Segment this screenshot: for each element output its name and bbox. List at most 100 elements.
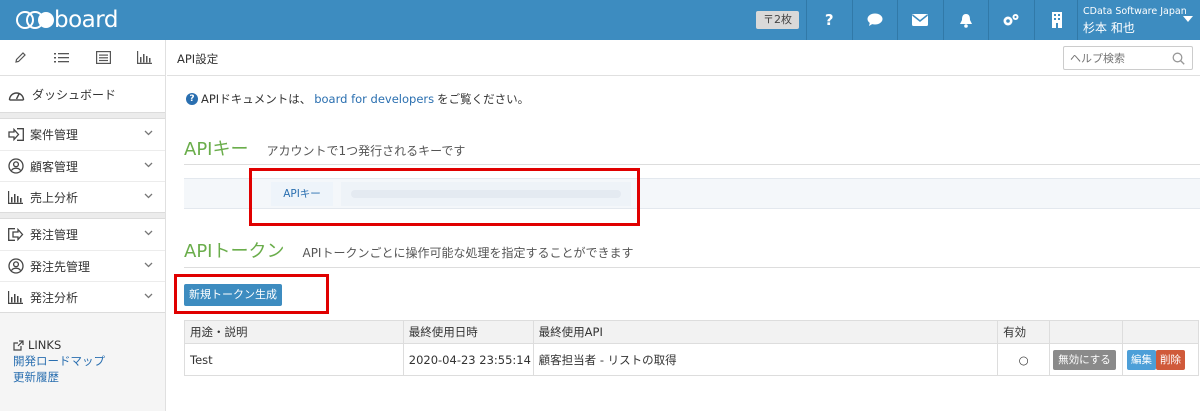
col-last-api: 最終使用API — [532, 320, 999, 344]
sidebar-item-order-analysis[interactable]: 発注分析 — [0, 281, 165, 312]
sidebar-group-sales: 案件管理 顧客管理 売上分析 — [0, 119, 165, 213]
search-icon[interactable] — [1172, 52, 1185, 65]
person-icon — [8, 158, 30, 174]
links-title: LINKS — [13, 337, 105, 353]
logo-circles-icon — [16, 11, 54, 29]
link-changelog[interactable]: 更新履歴 — [13, 369, 105, 385]
section-divider — [184, 267, 1200, 268]
token-table: 用途・説明 最終使用日時 最終使用API 有効 Test 2020-04-23 … — [184, 320, 1199, 376]
sidebar-item-dashboard[interactable]: ダッシュボード — [0, 76, 165, 113]
sidebar-item-label: 発注分析 — [30, 290, 79, 305]
table-row: Test 2020-04-23 23:55:14 顧客担当者 - リストの取得 … — [184, 343, 1199, 376]
cell-purpose: Test — [184, 343, 404, 376]
sidebar-group-purchasing: 発注管理 発注先管理 発注分析 — [0, 219, 165, 313]
mail-button[interactable] — [897, 0, 943, 40]
api-token-title: APIトークン — [184, 241, 285, 262]
help-button[interactable]: ? — [806, 0, 852, 40]
main-header: API設定 — [167, 40, 1200, 76]
sidebar-item-sales-analysis[interactable]: 売上分析 — [0, 181, 165, 212]
edit-button[interactable]: 編集 — [1127, 349, 1157, 370]
sidebar: ダッシュボード 案件管理 顧客管理 売上分析 発注管理 発注先管理 発注分析 L… — [0, 40, 166, 411]
report-button[interactable] — [83, 40, 124, 76]
highlight-box-generate — [174, 274, 329, 314]
api-key-heading: APIキー アカウントで1つ発行されるキーです — [184, 135, 465, 161]
quota-badge[interactable]: 〒2枚 — [756, 11, 799, 29]
chevron-down-icon — [144, 291, 153, 302]
col-actions — [1122, 320, 1199, 344]
chevron-down-icon — [144, 260, 153, 271]
user-name: 杉本 和也 — [1083, 21, 1135, 35]
chat-button[interactable] — [851, 0, 898, 40]
highlight-box-api-key — [249, 168, 640, 226]
notification-button[interactable] — [942, 0, 989, 40]
cell-last-api: 顧客担当者 - リストの取得 — [532, 343, 999, 376]
sidebar-item-order-management[interactable]: 発注管理 — [0, 219, 165, 250]
account-menu[interactable]: CData Software Japan 杉本 和也 — [1077, 0, 1200, 40]
cell-valid: ○ — [997, 343, 1051, 376]
cell-toggle: 無効にする — [1049, 343, 1124, 376]
api-doc-notice: ? APIドキュメントは、 board for developers をご覧くだ… — [186, 91, 529, 107]
disable-button[interactable]: 無効にする — [1053, 349, 1116, 370]
sidebar-item-label: 発注先管理 — [30, 259, 91, 274]
cell-actions: 編集 削除 — [1122, 343, 1199, 376]
bar-chart-icon — [8, 190, 30, 204]
chart-button[interactable] — [124, 40, 165, 76]
company-button[interactable] — [1033, 0, 1080, 40]
chevron-down-icon — [144, 191, 153, 202]
main-content: API設定 ? APIドキュメントは、 board for developers… — [167, 40, 1200, 411]
cell-last-used: 2020-04-23 23:55:14 — [402, 343, 534, 376]
list-button[interactable] — [41, 40, 82, 76]
bar-chart-icon — [8, 290, 30, 304]
sidebar-item-customer-management[interactable]: 顧客管理 — [0, 150, 165, 181]
gears-icon — [1003, 14, 1019, 26]
board-logo[interactable]: board — [16, 7, 118, 33]
top-bar: board 〒2枚 ? CData Software Japan 杉本 和也 — [0, 0, 1200, 40]
sidebar-item-project-management[interactable]: 案件管理 — [0, 119, 165, 150]
api-key-title: APIキー — [184, 139, 249, 160]
bar-chart-icon — [136, 51, 152, 64]
sidebar-item-label: 売上分析 — [30, 190, 79, 205]
delete-button[interactable]: 削除 — [1156, 349, 1186, 370]
links-title-label: LINKS — [28, 338, 62, 352]
sidebar-links: LINKS 開発ロードマップ 更新履歴 — [13, 337, 105, 385]
company-name: CData Software Japan — [1083, 6, 1187, 17]
link-roadmap[interactable]: 開発ロードマップ — [13, 353, 105, 369]
list-icon — [54, 52, 70, 62]
report-icon — [95, 51, 111, 64]
help-icon: ? — [824, 11, 834, 29]
api-key-subtitle: アカウントで1つ発行されるキーです — [266, 144, 466, 158]
chevron-down-icon — [144, 128, 153, 139]
dashboard-icon — [8, 87, 32, 102]
header-icon-bar: ? — [806, 0, 1079, 40]
developers-link[interactable]: board for developers — [314, 92, 434, 106]
chat-icon — [867, 13, 883, 26]
caret-down-icon — [1183, 16, 1193, 22]
sidebar-item-label: 顧客管理 — [30, 159, 79, 174]
notice-prefix: APIドキュメントは、 — [201, 92, 312, 106]
sidebar-item-label: ダッシュボード — [32, 87, 117, 102]
col-valid: 有効 — [997, 320, 1051, 344]
col-toggle — [1049, 320, 1124, 344]
logo-text: board — [54, 7, 118, 33]
page-title: API設定 — [177, 52, 219, 66]
chevron-down-icon — [144, 160, 153, 171]
col-last-used: 最終使用日時 — [402, 320, 534, 344]
table-header-row: 用途・説明 最終使用日時 最終使用API 有効 — [184, 320, 1199, 344]
chevron-down-icon — [144, 228, 153, 239]
export-icon — [8, 228, 30, 241]
mail-icon — [912, 14, 929, 26]
sidebar-item-supplier-management[interactable]: 発注先管理 — [0, 250, 165, 281]
api-token-heading: APIトークン APIトークンごとに操作可能な処理を指定することができます — [184, 237, 633, 263]
notice-suffix: をご覧ください。 — [437, 92, 530, 106]
api-token-subtitle: APIトークンごとに操作可能な処理を指定することができます — [302, 246, 634, 260]
settings-button[interactable] — [988, 0, 1034, 40]
sidebar-item-label: 案件管理 — [30, 128, 79, 142]
sidebar-toolbar — [0, 40, 165, 76]
bell-icon — [959, 13, 972, 28]
pencil-button[interactable] — [0, 40, 41, 76]
question-circle-icon: ? — [186, 93, 198, 105]
external-link-icon — [13, 339, 24, 351]
building-icon — [1051, 12, 1062, 28]
import-icon — [8, 128, 30, 141]
section-divider — [184, 164, 1200, 165]
